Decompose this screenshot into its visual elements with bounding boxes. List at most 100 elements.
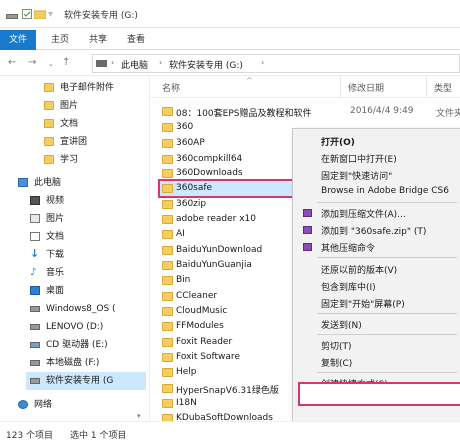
- menu-item-add-zip[interactable]: 添加到 "360safe.zip" (T): [293, 222, 460, 238]
- nav-item-label: 下载: [46, 250, 65, 260]
- menu-item-add-archive[interactable]: 添加到压缩文件(A)...: [293, 205, 460, 221]
- file-row[interactable]: 360AP: [158, 137, 298, 151]
- properties-icon[interactable]: [22, 9, 32, 22]
- file-row[interactable]: FFModules: [158, 320, 298, 334]
- nav-item-this-pc[interactable]: 此电脑: [18, 174, 144, 192]
- menu-item-copy[interactable]: 复制(C): [293, 354, 460, 370]
- menu-item-restore-versions[interactable]: 还原以前的版本(V): [293, 261, 460, 277]
- menu-item-other-compress[interactable]: 其他压缩命令: [293, 239, 460, 255]
- menu-item-pin-quick-access[interactable]: 固定到"快速访问": [293, 167, 460, 183]
- file-row[interactable]: 08：100套EPS赠品及教程和软件 2016/4/4 9:49 文件夹: [158, 105, 460, 119]
- file-row[interactable]: 360compkill64: [158, 153, 298, 167]
- file-name: Foxit Software: [176, 352, 240, 362]
- file-row[interactable]: BaiduYunGuanjia: [158, 259, 298, 273]
- back-arrow-icon[interactable]: ←: [8, 57, 16, 68]
- menu-item-label: 固定到"快速访问": [321, 172, 393, 182]
- file-row[interactable]: I18N: [158, 397, 298, 411]
- file-row[interactable]: 360Downloads: [158, 167, 298, 181]
- menu-item-pin-start[interactable]: 固定到"开始"屏幕(P): [293, 295, 460, 311]
- file-row[interactable]: Help: [158, 366, 298, 380]
- quick-access-dropdown-icon[interactable]: ▾: [48, 9, 53, 20]
- column-date[interactable]: 修改日期: [348, 81, 384, 94]
- nav-item-lenovo-drive[interactable]: LENOVO (D:): [30, 318, 144, 336]
- menu-item-open[interactable]: 打开(O): [293, 133, 460, 149]
- file-row[interactable]: Foxit Software: [158, 351, 298, 365]
- column-type[interactable]: 类型: [434, 81, 452, 94]
- nav-item-videos[interactable]: 视频: [30, 192, 144, 210]
- navigation-pane: 电子邮件附件 图片 文档 宣讲团 学习 此电脑 视频 图片 文档 ↓ 下载 ♪ …: [0, 76, 150, 421]
- tab-home[interactable]: 主页: [44, 30, 76, 50]
- tab-file[interactable]: 文件: [0, 30, 36, 50]
- file-row[interactable]: HyperSnapV6.31绿色版: [158, 382, 298, 396]
- nav-item-network[interactable]: 网络: [18, 396, 144, 414]
- file-row[interactable]: 360: [158, 121, 298, 135]
- file-name: 360zip: [176, 199, 207, 209]
- drive-icon: [30, 360, 40, 366]
- menu-item-open-new-window[interactable]: 在新窗口中打开(E): [293, 150, 460, 166]
- tab-share[interactable]: 共享: [82, 30, 114, 50]
- breadcrumb-this-pc[interactable]: 此电脑: [121, 58, 148, 71]
- file-row-selected[interactable]: 360safe: [158, 182, 298, 196]
- scroll-down-icon[interactable]: ▾: [137, 412, 141, 420]
- file-name: CloudMusic: [176, 306, 228, 316]
- menu-item-label: 发送到(N): [321, 321, 362, 331]
- nav-item-pictures-folder[interactable]: 图片: [44, 97, 144, 115]
- nav-item-music[interactable]: ♪ 音乐: [30, 264, 144, 282]
- nav-item-pictures[interactable]: 图片: [30, 210, 144, 228]
- menu-item-send-to[interactable]: 发送到(N): [293, 316, 460, 332]
- file-row[interactable]: BaiduYunDownload: [158, 244, 298, 258]
- file-row[interactable]: CloudMusic: [158, 305, 298, 319]
- menu-item-highlight[interactable]: [298, 382, 460, 406]
- menu-item-browse-bridge[interactable]: Browse in Adobe Bridge CS6: [293, 184, 460, 200]
- file-name: HyperSnapV6.31绿色版: [176, 386, 279, 396]
- menu-item-include-library[interactable]: 包含到库中(I): [293, 278, 460, 294]
- folder-icon: [44, 137, 54, 146]
- nav-item-local-disk[interactable]: 本地磁盘 (F:): [30, 354, 144, 372]
- file-row[interactable]: Foxit Reader: [158, 336, 298, 350]
- menu-item-label: 剪切(T): [321, 342, 352, 352]
- file-name: CCleaner: [176, 291, 218, 301]
- winrar-icon: [303, 243, 312, 251]
- file-row[interactable]: 360zip: [158, 198, 298, 212]
- folder-icon: [162, 215, 173, 224]
- forward-arrow-icon[interactable]: →: [28, 57, 36, 68]
- folder-icon: [162, 123, 173, 132]
- menu-item-cut[interactable]: 剪切(T): [293, 337, 460, 353]
- file-row[interactable]: adobe reader x10: [158, 213, 298, 227]
- file-row[interactable]: CCleaner: [158, 290, 298, 304]
- nav-item-downloads[interactable]: ↓ 下载: [30, 246, 144, 264]
- nav-item-documents[interactable]: 文档: [30, 228, 144, 246]
- column-divider[interactable]: [340, 76, 341, 98]
- nav-item-label: 音乐: [46, 268, 65, 278]
- nav-item-software-drive[interactable]: 软件安装专用 (G: [26, 372, 146, 390]
- nav-item-label: 电子邮件附件: [60, 83, 115, 93]
- new-folder-icon[interactable]: [33, 9, 47, 22]
- tab-view[interactable]: 查看: [120, 30, 152, 50]
- column-name[interactable]: 名称: [162, 81, 180, 94]
- up-arrow-icon[interactable]: ↑: [62, 57, 70, 68]
- column-divider[interactable]: [426, 76, 427, 98]
- menu-item-label: 包含到库中(I): [321, 283, 376, 293]
- folder-icon: [162, 292, 173, 301]
- nav-item-label: 图片: [46, 214, 65, 224]
- nav-item-desktop[interactable]: 桌面: [30, 282, 144, 300]
- nav-item-team-folder[interactable]: 宣讲团: [44, 133, 144, 151]
- breadcrumb-separator-icon: ›: [159, 58, 163, 67]
- nav-item-windows-drive[interactable]: Windows8_OS (: [30, 300, 144, 318]
- file-row[interactable]: Bin: [158, 274, 298, 288]
- menu-item-label: Browse in Adobe Bridge CS6: [321, 186, 449, 196]
- pictures-icon: [30, 214, 40, 223]
- nav-item-label: 本地磁盘 (F:): [46, 358, 100, 368]
- folder-icon: [44, 101, 54, 110]
- breadcrumb-drive[interactable]: 软件安装专用 (G:): [169, 58, 243, 71]
- nav-item-cd-drive[interactable]: CD 驱动器 (E:): [30, 336, 144, 354]
- nav-item-documents-folder[interactable]: 文档: [44, 115, 144, 133]
- nav-item-study-folder[interactable]: 学习: [44, 151, 144, 169]
- address-bar[interactable]: › 此电脑 › 软件安装专用 (G:) ›: [92, 54, 460, 73]
- recent-locations-icon[interactable]: ⌄: [48, 60, 54, 68]
- file-row[interactable]: AI: [158, 228, 298, 242]
- folder-icon: [162, 139, 173, 148]
- folder-icon: [162, 368, 173, 377]
- file-name: adobe reader x10: [176, 214, 256, 224]
- nav-item-email-attachments[interactable]: 电子邮件附件: [44, 79, 144, 97]
